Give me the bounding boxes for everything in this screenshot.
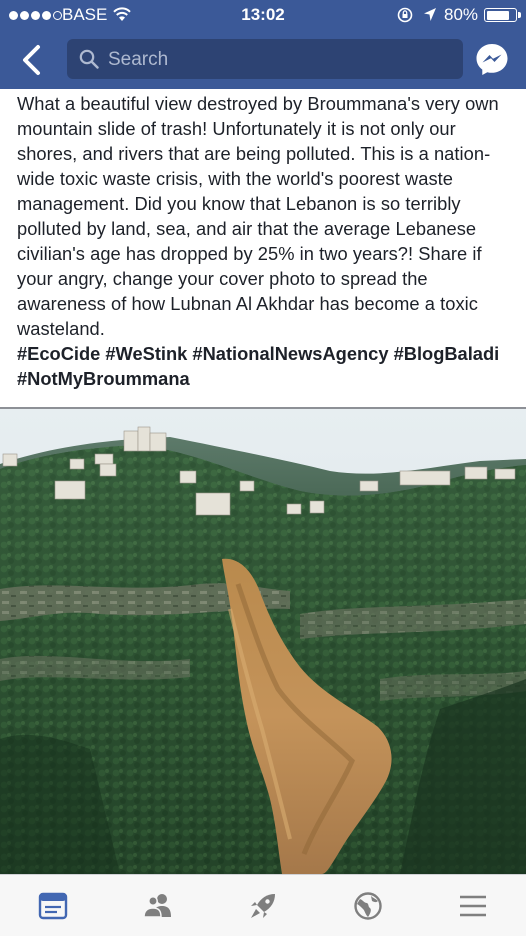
top-bar: BASE 13:02 80% Search [0, 0, 526, 89]
search-placeholder: Search [108, 49, 169, 70]
tab-explore[interactable] [210, 875, 315, 936]
battery-icon [484, 8, 517, 22]
location-arrow-icon [424, 8, 436, 21]
bottom-tab-bar [0, 874, 526, 936]
search-icon [79, 49, 99, 69]
landslide-photo-illustration [0, 409, 526, 874]
rotation-lock-icon [397, 7, 413, 23]
tab-news-feed[interactable] [0, 875, 105, 936]
tab-menu[interactable] [421, 875, 526, 936]
back-button[interactable] [16, 42, 48, 78]
battery-cap [518, 12, 521, 18]
battery-percentage: 80% [444, 5, 479, 24]
status-bar: BASE 13:02 80% [0, 0, 526, 30]
messenger-icon[interactable] [475, 42, 509, 76]
post-text-block: What a beautiful view destroyed by Broum… [0, 89, 526, 407]
search-input[interactable]: Search [67, 39, 463, 79]
friends-icon [143, 893, 171, 918]
post-hashtags[interactable]: #EcoCide #WeStink #NationalNewsAgency #B… [17, 341, 509, 391]
globe-icon [354, 891, 382, 920]
battery-level-fill [486, 10, 509, 20]
post-photo[interactable] [0, 409, 526, 874]
menu-icon [460, 895, 487, 916]
post-message: What a beautiful view destroyed by Broum… [17, 93, 499, 339]
tab-notifications[interactable] [316, 875, 421, 936]
tab-friends[interactable] [105, 875, 210, 936]
news-feed-icon [38, 892, 67, 919]
rocket-icon [251, 893, 275, 918]
